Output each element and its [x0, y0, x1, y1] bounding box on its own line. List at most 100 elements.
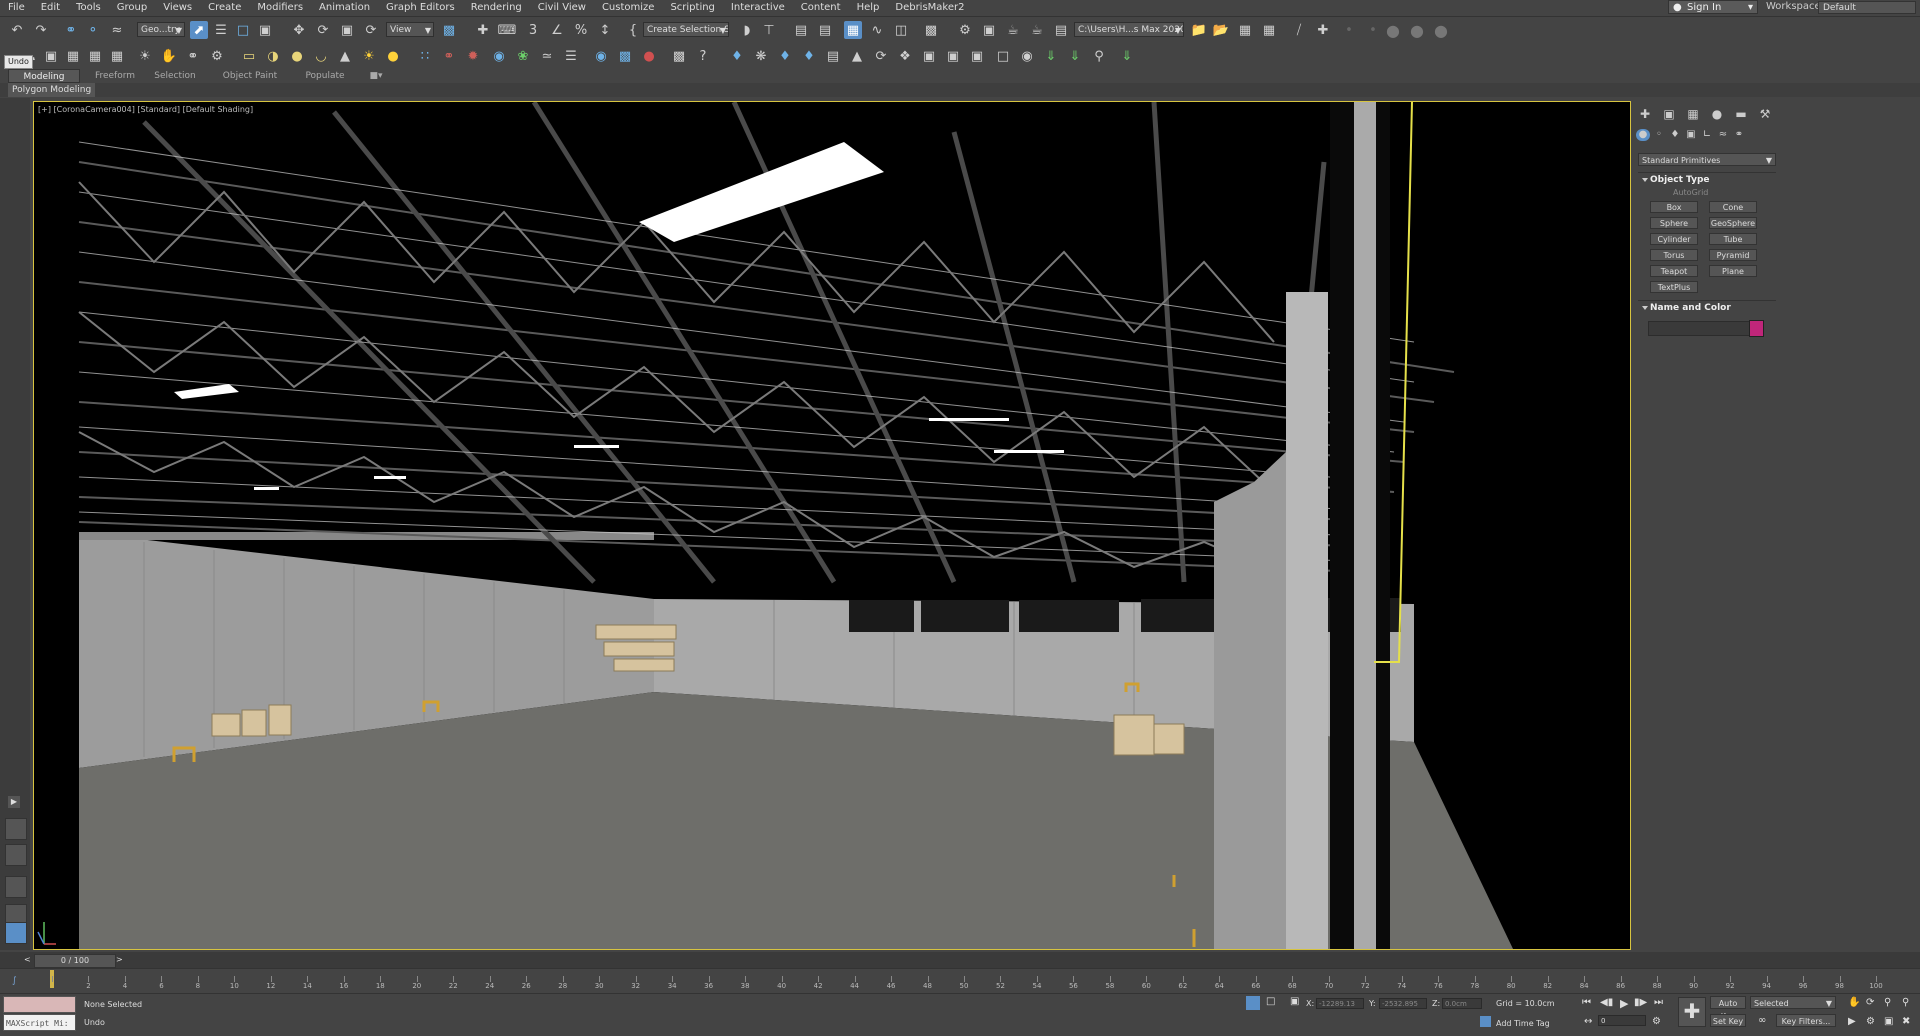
render-production-icon[interactable]: ☕ [1004, 21, 1022, 39]
ribbon-toggle-icon[interactable]: ▦ [844, 21, 862, 39]
slider-right-arrow-icon[interactable]: > [116, 955, 123, 964]
y-coordinate-field[interactable]: -2532.895 [1379, 998, 1427, 1009]
selection-lock-icon[interactable]: □ [1266, 996, 1275, 1007]
select-manipulate-icon[interactable]: ✚ [474, 21, 492, 39]
circle-button-icon-3[interactable]: ● [1432, 21, 1450, 40]
pyramid-button[interactable]: Pyramid [1709, 249, 1757, 261]
set-key-button[interactable]: Set Key [1710, 1014, 1746, 1027]
redo-icon[interactable]: ↷ [32, 21, 50, 39]
pivot-center-icon[interactable]: ▩ [440, 21, 458, 39]
menu-debrismaker[interactable]: DebrisMaker2 [887, 0, 972, 16]
project-folder-icon[interactable]: 📁 [1190, 21, 1208, 39]
next-frame-icon[interactable]: ▮▶ [1634, 997, 1647, 1008]
key-mode-select[interactable]: Selected ▼ [1750, 996, 1836, 1009]
hands-icon[interactable]: ✋ [160, 47, 178, 65]
set-key-big-icon[interactable]: ✚ [1678, 997, 1706, 1027]
cameras-icon[interactable]: ▣ [1684, 129, 1698, 141]
dot-small-icon[interactable]: • [1340, 21, 1358, 39]
render-frame-window-icon[interactable]: ▤ [1052, 21, 1070, 39]
aperture-icon[interactable]: ❖ [896, 47, 914, 65]
fit-icon[interactable]: ▣ [920, 47, 938, 65]
material-editor-icon[interactable]: ▩ [922, 21, 940, 39]
help-circle-icon[interactable]: ? [694, 47, 712, 65]
scale-icon[interactable]: ▣ [338, 21, 356, 39]
menu-create[interactable]: Create [200, 0, 249, 16]
systems-icon[interactable]: ⚭ [1732, 129, 1746, 141]
keyboard-shortcut-icon[interactable]: ⌨ [498, 21, 517, 39]
cloth-icon[interactable]: ☰ [562, 47, 580, 65]
double-chevron-icon[interactable]: ⇓ [1042, 47, 1060, 65]
sphere-light-icon[interactable]: ● [384, 47, 402, 65]
tree-icon[interactable]: ▲ [848, 47, 866, 65]
object-name-field[interactable] [1648, 321, 1750, 336]
spinner-snap-icon[interactable]: ↕ [596, 21, 614, 39]
sun-ray-icon[interactable]: ❋ [752, 47, 770, 65]
orbit-subobject-icon[interactable]: ✖ [1902, 1016, 1910, 1027]
x-coordinate-field[interactable]: -12289.13 [1316, 998, 1364, 1009]
previous-frame-icon[interactable]: ◀▮ [1600, 997, 1613, 1008]
torus-button[interactable]: Torus [1650, 249, 1698, 261]
disc-object-icon[interactable]: ● [288, 47, 306, 65]
maxscript-mini-listener[interactable]: MAXScript Mi: [3, 1014, 76, 1031]
hierarchy-tab-icon[interactable]: ▦ [1684, 107, 1702, 121]
globe-icon[interactable]: ◉ [490, 47, 508, 65]
menu-tools[interactable]: Tools [68, 0, 109, 16]
plane-object-icon[interactable]: ▭ [240, 47, 258, 65]
forces-icon[interactable]: ✹ [464, 47, 482, 65]
layer-explorer-icon[interactable]: ▤ [816, 21, 834, 39]
undo-icon[interactable]: ↶ [8, 21, 26, 39]
play-icon[interactable]: ▶ [1620, 997, 1628, 1010]
cone-object-icon[interactable]: ▲ [336, 47, 354, 65]
circle-button-icon[interactable]: ● [1384, 21, 1402, 40]
sun-icon[interactable]: ☀ [360, 47, 378, 65]
object-color-swatch[interactable] [1749, 320, 1764, 337]
tool-plus-icon[interactable]: ✚ [1314, 21, 1332, 39]
teapot-button[interactable]: Teapot [1650, 265, 1698, 277]
time-config-icon[interactable]: ⚙ [1652, 1016, 1661, 1027]
box-button[interactable]: Box [1650, 201, 1698, 213]
layout-tab-2[interactable] [5, 844, 27, 866]
absolute-mode-icon[interactable]: ▣ [1290, 996, 1299, 1007]
menu-group[interactable]: Group [109, 0, 155, 16]
double-chevron-icon-2[interactable]: ⇓ [1066, 47, 1084, 65]
selection-filter-select[interactable]: Geo...try ▼ [137, 22, 185, 37]
create-tab-icon[interactable]: ✚ [1636, 107, 1654, 121]
go-to-end-icon[interactable]: ⏭ [1654, 997, 1663, 1008]
save-project-icon[interactable]: ▦ [1236, 21, 1254, 39]
fov-icon[interactable]: ▶ [1848, 1016, 1856, 1027]
sphere-button[interactable]: Sphere [1650, 217, 1698, 229]
display-tab-icon[interactable]: ▬ [1732, 107, 1750, 121]
tab-object-paint[interactable]: Object Paint [212, 69, 288, 83]
hair-icon[interactable]: ≃ [538, 47, 556, 65]
bind-spacewarp-icon[interactable]: ≈ [108, 21, 126, 39]
isolate-selection-icon[interactable] [1246, 996, 1260, 1010]
material-map-icon[interactable]: ▩ [616, 47, 634, 65]
cone-button[interactable]: Cone [1709, 201, 1757, 213]
menu-content[interactable]: Content [793, 0, 849, 16]
grid-icon-2[interactable]: ▦ [108, 47, 126, 65]
edit-named-selection-icon[interactable]: { [624, 21, 642, 39]
menu-edit[interactable]: Edit [33, 0, 68, 16]
bulb-icon[interactable]: ♦ [728, 47, 746, 65]
object-type-title[interactable]: Object Type [1638, 173, 1776, 187]
sign-in-dropdown[interactable]: ● Sign In ▾ [1668, 0, 1758, 14]
geometry-icon[interactable]: ● [1636, 129, 1650, 141]
go-to-start-icon[interactable]: ⏮ [1582, 997, 1591, 1008]
reference-coord-select[interactable]: View ▼ [386, 22, 434, 37]
unlink-icon[interactable]: ⚬ [84, 21, 102, 39]
utilities-tab-icon[interactable]: ⚒ [1756, 107, 1774, 121]
move-icon[interactable]: ✥ [290, 21, 308, 39]
circle-button-icon-2[interactable]: ● [1408, 21, 1426, 40]
maxscript-listener[interactable] [3, 996, 76, 1013]
render-setup-icon[interactable]: ⚙ [956, 21, 974, 39]
plane-button[interactable]: Plane [1709, 265, 1757, 277]
rectangular-selection-icon[interactable]: □ [234, 21, 252, 39]
render-iterative-icon[interactable]: ☕ [1028, 21, 1046, 39]
eye-icon[interactable]: ◉ [1018, 47, 1036, 65]
frame-icon[interactable]: ▣ [42, 47, 60, 65]
add-time-tag[interactable]: Add Time Tag [1496, 1019, 1550, 1028]
time-slider[interactable] [0, 952, 1920, 968]
render-teapot-icon[interactable]: ● [640, 47, 658, 65]
key-filter-icon[interactable]: ∞ [1758, 1015, 1766, 1026]
workspace-select[interactable]: Default [1818, 1, 1916, 14]
